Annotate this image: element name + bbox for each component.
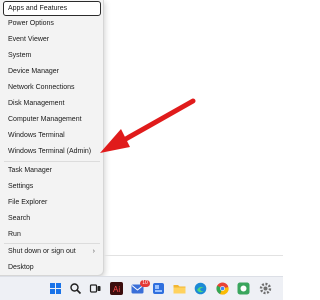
menu-item-task-manager[interactable]: Task Manager: [3, 163, 101, 178]
file-explorer-icon[interactable]: [173, 282, 186, 295]
chrome-icon[interactable]: [216, 282, 229, 295]
menu-item-disk-management[interactable]: Disk Management: [3, 96, 101, 111]
menu-item-apps-and-features[interactable]: Apps and Features: [3, 1, 101, 16]
taskbar: Ai 10: [0, 276, 283, 300]
menu-item-computer-management[interactable]: Computer Management: [3, 112, 101, 127]
menu-item-label: Event Viewer: [8, 36, 50, 43]
menu-item-label: Computer Management: [8, 116, 82, 123]
settings-icon[interactable]: [259, 282, 272, 295]
menu-item-run[interactable]: Run: [3, 227, 101, 242]
search-icon[interactable]: [69, 282, 82, 295]
menu-separator: [4, 161, 100, 162]
menu-item-label: Task Manager: [8, 167, 52, 174]
widgets-icon[interactable]: [152, 282, 165, 295]
menu-item-shut-down-or-sign-out[interactable]: Shut down or sign out ›: [3, 244, 101, 259]
menu-item-desktop[interactable]: Desktop: [3, 260, 101, 275]
chevron-right-icon: ›: [92, 248, 95, 255]
menu-item-label: Windows Terminal (Admin): [8, 148, 92, 155]
menu-item-network-connections[interactable]: Network Connections: [3, 80, 101, 95]
svg-text:Ai: Ai: [113, 285, 120, 294]
start-icon[interactable]: [49, 282, 62, 295]
menu-item-event-viewer[interactable]: Event Viewer: [3, 32, 101, 47]
menu-item-device-manager[interactable]: Device Manager: [3, 64, 101, 79]
menu-item-label: Run: [8, 231, 21, 238]
menu-item-label: File Explorer: [8, 199, 48, 206]
menu-item-power-options[interactable]: Power Options: [3, 16, 101, 31]
app-icon-green[interactable]: [237, 282, 250, 295]
adobe-icon[interactable]: Ai: [110, 282, 123, 295]
menu-item-windows-terminal-admin[interactable]: Windows Terminal (Admin): [3, 144, 101, 159]
mail-badge: 10: [140, 280, 150, 287]
menu-item-label: Apps and Features: [8, 5, 68, 12]
menu-item-label: Device Manager: [8, 68, 59, 75]
menu-item-file-explorer[interactable]: File Explorer: [3, 195, 101, 210]
menu-item-label: Network Connections: [8, 84, 75, 91]
menu-item-label: Search: [8, 215, 31, 222]
menu-item-system[interactable]: System: [3, 48, 101, 63]
pane-divider: [104, 255, 283, 256]
menu-item-windows-terminal[interactable]: Windows Terminal: [3, 128, 101, 143]
menu-item-label: Shut down or sign out: [8, 248, 76, 255]
menu-item-search[interactable]: Search: [3, 211, 101, 226]
task-view-icon[interactable]: [89, 282, 102, 295]
menu-item-settings[interactable]: Settings: [3, 179, 101, 194]
menu-item-label: Power Options: [8, 20, 54, 27]
menu-item-label: Disk Management: [8, 100, 65, 107]
menu-item-label: Settings: [8, 183, 34, 190]
menu-item-label: Desktop: [8, 264, 34, 271]
menu-item-label: Windows Terminal: [8, 132, 65, 139]
edge-icon[interactable]: [194, 282, 207, 295]
menu-item-label: System: [8, 52, 32, 59]
